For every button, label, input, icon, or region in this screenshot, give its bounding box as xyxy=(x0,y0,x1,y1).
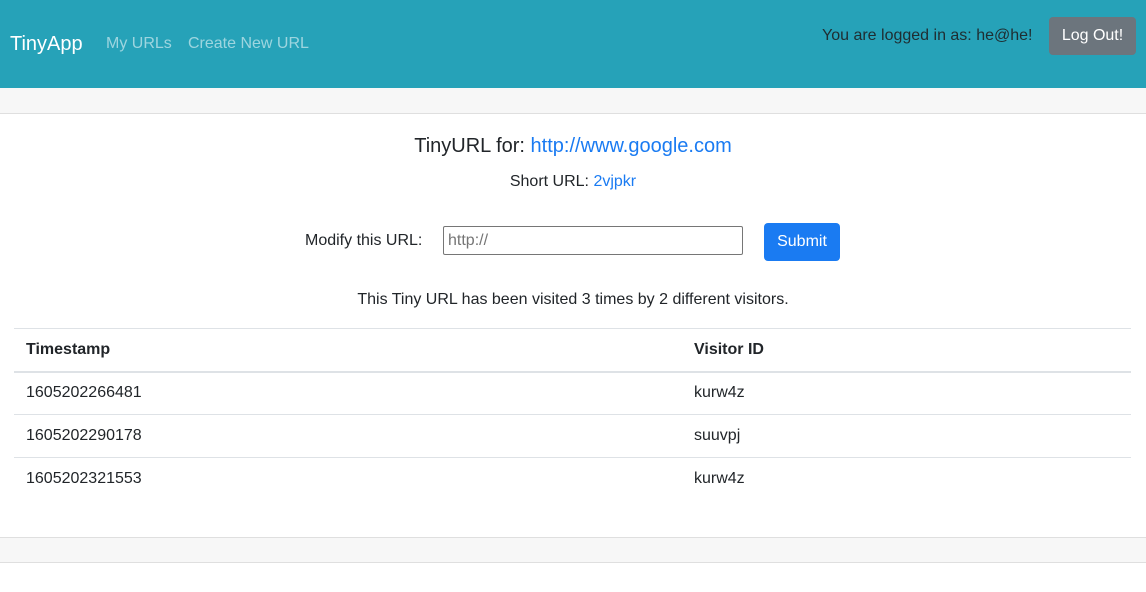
page-title-prefix: TinyURL for: xyxy=(414,135,531,157)
table-row: 1605202290178 suuvpj xyxy=(14,414,1131,458)
visits-table: Timestamp Visitor ID 1605202266481 kurw4… xyxy=(14,328,1131,501)
short-url-link[interactable]: 2vjpkr xyxy=(593,173,636,190)
navbar: TinyApp My URLs Create New URL You are l… xyxy=(0,0,1146,88)
timestamp-cell: 1605202321553 xyxy=(14,457,682,501)
top-divider-band xyxy=(0,88,1146,114)
brand-logo[interactable]: TinyApp xyxy=(10,32,83,56)
modify-url-label: Modify this URL: xyxy=(305,232,423,249)
visitor-id-cell: suuvpj xyxy=(682,414,1131,458)
timestamp-cell: 1605202266481 xyxy=(14,371,682,415)
short-url-line: Short URL: 2vjpkr xyxy=(0,172,1146,191)
login-status: You are logged in as: he@he! xyxy=(822,27,1033,44)
column-header-visitor-id: Visitor ID xyxy=(682,328,1131,373)
page-title: TinyURL for: http://www.google.com xyxy=(0,134,1146,158)
table-header-row: Timestamp Visitor ID xyxy=(14,328,1131,373)
timestamp-cell: 1605202290178 xyxy=(14,414,682,458)
nav-link-my-urls[interactable]: My URLs xyxy=(106,34,172,53)
table-row: 1605202321553 kurw4z xyxy=(14,457,1131,501)
visitor-id-cell: kurw4z xyxy=(682,371,1131,415)
submit-button[interactable]: Submit xyxy=(764,223,840,261)
table-row: 1605202266481 kurw4z xyxy=(14,371,1131,415)
footer-band xyxy=(0,537,1146,563)
nav-link-create-new-url[interactable]: Create New URL xyxy=(188,34,309,53)
long-url-link[interactable]: http://www.google.com xyxy=(531,135,732,157)
logout-button[interactable]: Log Out! xyxy=(1049,17,1136,55)
short-url-label: Short URL: xyxy=(509,173,594,190)
modify-url-input[interactable] xyxy=(443,226,743,255)
column-header-timestamp: Timestamp xyxy=(14,328,682,373)
visitor-id-cell: kurw4z xyxy=(682,457,1131,501)
visit-summary: This Tiny URL has been visited 3 times b… xyxy=(357,291,789,308)
